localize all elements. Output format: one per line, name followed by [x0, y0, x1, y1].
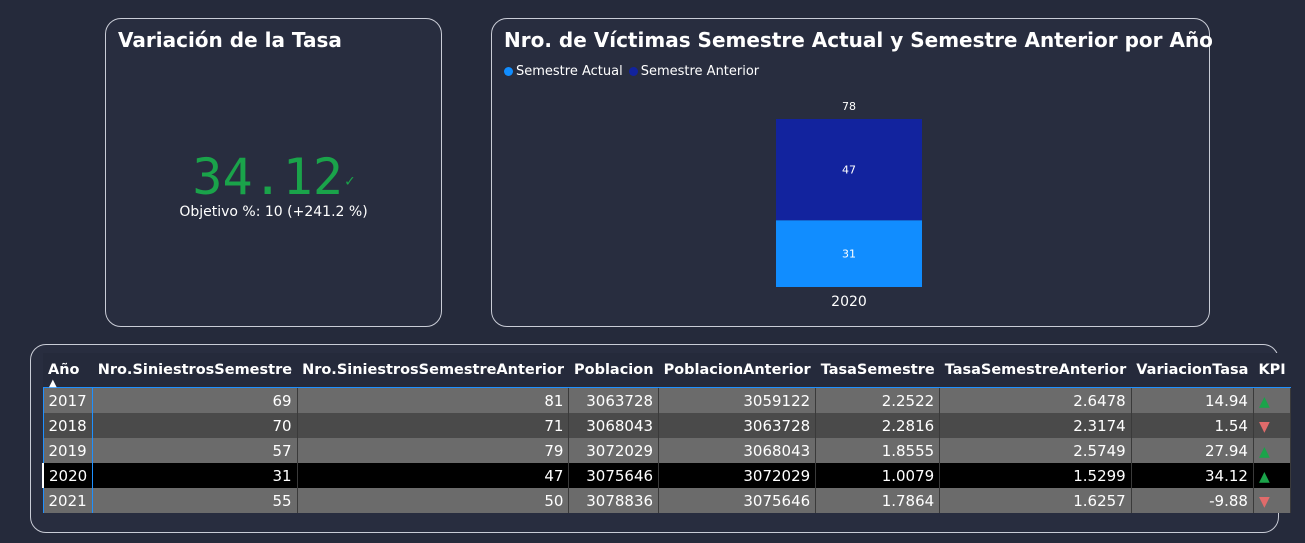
- col-header-siniestros[interactable]: Nro.SiniestrosSemestre: [92, 353, 298, 388]
- col-header-anio[interactable]: Año ▲: [43, 353, 93, 389]
- table-cell-tasa: 1.0079: [815, 463, 941, 488]
- table-cell-pob_ant: 3068043: [658, 438, 817, 463]
- table-row[interactable]: 2019 57 79 3072029 3068043 1.8555 2.5749 27.94 ▲: [42, 438, 1292, 463]
- table-cell-tasa_ant: 1.6257: [939, 488, 1132, 513]
- table-cell-tasa: 1.7864: [815, 488, 941, 513]
- table-cell-tasa_ant: 2.5749: [939, 438, 1132, 463]
- table-cell-tasa: 1.8555: [815, 438, 941, 463]
- table-cell-sin: 55: [92, 488, 298, 513]
- table-cell-anio: 2020: [42, 463, 94, 488]
- data-table: Año ▲ Nro.SiniestrosSemestre Nro.Siniestr…: [42, 353, 1292, 513]
- triangle-up-icon: ▲: [1258, 393, 1270, 410]
- table-cell-kpi: ▲: [1253, 438, 1292, 463]
- col-header-variacion[interactable]: VariacionTasa: [1131, 353, 1254, 388]
- table-cell-sin_ant: 50: [297, 488, 570, 513]
- table-header-row: Año ▲ Nro.SiniestrosSemestre Nro.Siniestr…: [43, 353, 1291, 389]
- table-cell-pob_ant: 3075646: [658, 488, 817, 513]
- table-cell-anio: 2019: [42, 438, 94, 463]
- total-label: 78: [842, 100, 856, 113]
- kpi-goal: Objetivo %: 10 (+241.2 %): [179, 204, 368, 220]
- table-cell-tasa_ant: 2.3174: [939, 413, 1132, 438]
- table-cell-pob_ant: 3059122: [658, 387, 817, 413]
- table-cell-sin_ant: 79: [297, 438, 570, 463]
- table-cell-kpi: ▲: [1253, 387, 1292, 413]
- table-row[interactable]: 2021 55 50 3078836 3075646 1.7864 1.6257 -9.88 ▼: [42, 488, 1292, 513]
- table-row[interactable]: 2018 70 71 3068043 3063728 2.2816 2.3174 1.54 ▼: [42, 413, 1292, 438]
- table-cell-sin: 57: [92, 438, 298, 463]
- table-cell-sin: 69: [92, 387, 298, 413]
- table-row[interactable]: 2020 31 47 3075646 3072029 1.0079 1.5299 34.12 ▲: [42, 463, 1292, 488]
- table-cell-tasa: 2.2522: [815, 387, 941, 413]
- data-label: 31: [842, 248, 856, 261]
- table-cell-anio: 2017: [42, 387, 94, 413]
- table-cell-var: 14.94: [1131, 387, 1254, 413]
- col-header-tasa[interactable]: TasaSemestre: [815, 353, 940, 388]
- triangle-up-icon: ▲: [1258, 468, 1270, 485]
- table-cell-tasa_ant: 1.5299: [939, 463, 1132, 488]
- kpi-title: Variación de la Tasa: [118, 28, 342, 52]
- col-header-poblacion[interactable]: Poblacion: [568, 353, 659, 388]
- table-cell-anio: 2018: [42, 413, 94, 438]
- x-tick-label: 2020: [831, 294, 867, 310]
- table-cell-var: 27.94: [1131, 438, 1254, 463]
- kpi-value: 34.12 ✓: [106, 147, 441, 211]
- table-cell-pob: 3063728: [568, 387, 660, 413]
- table-row[interactable]: 2017 69 81 3063728 3059122 2.2522 2.6478 14.94 ▲: [42, 387, 1292, 413]
- stacked-bar-chart: 31 47 78 2020: [776, 100, 922, 310]
- triangle-down-icon: ▼: [1258, 493, 1270, 510]
- table-cell-pob: 3075646: [568, 463, 660, 488]
- chart-card: Nro. de Víctimas Semestre Actual y Semes…: [491, 18, 1213, 327]
- triangle-down-icon: ▼: [1258, 418, 1270, 435]
- table-cell-tasa: 2.2816: [815, 413, 941, 438]
- kpi-value-number: 34.12: [192, 148, 343, 206]
- table-cell-var: -9.88: [1131, 488, 1254, 513]
- table-cell-kpi: ▼: [1253, 413, 1292, 438]
- table-cell-pob_ant: 3063728: [658, 413, 817, 438]
- table-cell-sin_ant: 71: [297, 413, 570, 438]
- table-cell-var: 1.54: [1131, 413, 1254, 438]
- table-cell-pob: 3078836: [568, 488, 660, 513]
- col-header-kpi[interactable]: KPI: [1253, 353, 1291, 388]
- table-cell-sin_ant: 47: [297, 463, 570, 488]
- table-cell-sin: 70: [92, 413, 298, 438]
- table-card: Año ▲ Nro.SiniestrosSemestre Nro.Siniestr…: [30, 344, 1292, 533]
- check-icon: ✓: [344, 170, 355, 190]
- data-label: 47: [842, 164, 856, 177]
- col-header-poblacion-anterior[interactable]: PoblacionAnterior: [658, 353, 816, 388]
- table-cell-pob_ant: 3072029: [658, 463, 817, 488]
- table-cell-sin: 31: [92, 463, 298, 488]
- table-cell-kpi: ▲: [1253, 463, 1292, 488]
- table-cell-tasa_ant: 2.6478: [939, 387, 1132, 413]
- table-cell-pob: 3072029: [568, 438, 660, 463]
- sort-ascending-icon[interactable]: ▲: [49, 378, 57, 389]
- kpi-card: Variación de la Tasa 34.12 ✓ Objetivo %: …: [105, 18, 442, 327]
- table-cell-sin_ant: 81: [297, 387, 570, 413]
- table-cell-anio: 2021: [42, 488, 94, 513]
- col-header-siniestros-anterior[interactable]: Nro.SiniestrosSemestreAnterior: [297, 353, 569, 388]
- table-cell-var: 34.12: [1131, 463, 1254, 488]
- triangle-up-icon: ▲: [1258, 443, 1270, 460]
- table-cell-pob: 3068043: [568, 413, 660, 438]
- table-cell-kpi: ▼: [1253, 488, 1292, 513]
- col-header-tasa-anterior[interactable]: TasaSemestreAnterior: [939, 353, 1132, 388]
